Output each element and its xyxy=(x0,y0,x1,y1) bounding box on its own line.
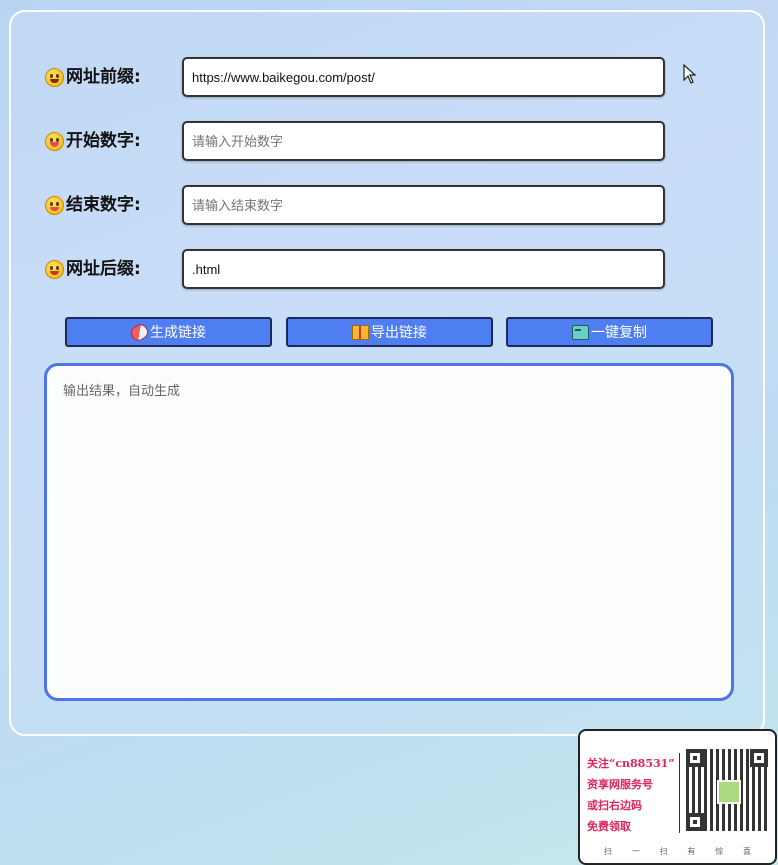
qr-promo-text: 关注“cn88531” 资享网服务号 或扫右边码 免费领取 xyxy=(587,753,682,837)
prefix-row: 网址前缀: xyxy=(45,57,665,97)
suffix-row: 网址后缀: xyxy=(45,249,665,289)
start-number-input[interactable] xyxy=(182,121,665,161)
promo-line-2: 资享网服务号 xyxy=(587,778,653,791)
pill-icon xyxy=(128,320,151,344)
heart-face-icon xyxy=(45,259,64,279)
promo-line-4: 免费领取 xyxy=(587,820,631,833)
grinning-face-icon xyxy=(45,67,64,87)
end-number-input[interactable] xyxy=(182,185,665,225)
qr-logo-icon xyxy=(717,780,741,804)
qr-promo-card: 关注“cn88531” 资享网服务号 或扫右边码 免费领取 扫 一 扫 有 惊 … xyxy=(578,729,777,865)
prefix-label: 网址前缀: xyxy=(66,67,141,87)
promo-line-1: 关注“cn88531” xyxy=(587,757,675,770)
id-card-icon xyxy=(572,324,589,340)
prefix-input[interactable] xyxy=(182,57,665,97)
yum-face-icon xyxy=(45,195,64,215)
start-number-label: 开始数字: xyxy=(66,131,141,151)
qr-footer: 扫 一 扫 有 惊 喜 xyxy=(603,847,752,856)
qr-divider xyxy=(679,753,680,833)
gift-icon xyxy=(352,324,369,340)
start-number-row: 开始数字: xyxy=(45,121,665,161)
promo-line-3: 或扫右边码 xyxy=(587,799,642,812)
tongue-face-icon xyxy=(45,131,64,151)
generate-links-button[interactable]: 生成链接 xyxy=(65,317,272,347)
export-links-button[interactable]: 导出链接 xyxy=(286,317,493,347)
output-textarea[interactable] xyxy=(44,363,734,701)
suffix-label: 网址后缀: xyxy=(66,259,141,279)
mouse-cursor-icon xyxy=(683,64,697,84)
end-number-label: 结束数字: xyxy=(66,195,141,215)
suffix-input[interactable] xyxy=(182,249,665,289)
qr-code-image xyxy=(686,749,768,831)
end-number-row: 结束数字: xyxy=(45,185,665,225)
copy-all-button[interactable]: 一键复制 xyxy=(506,317,713,347)
